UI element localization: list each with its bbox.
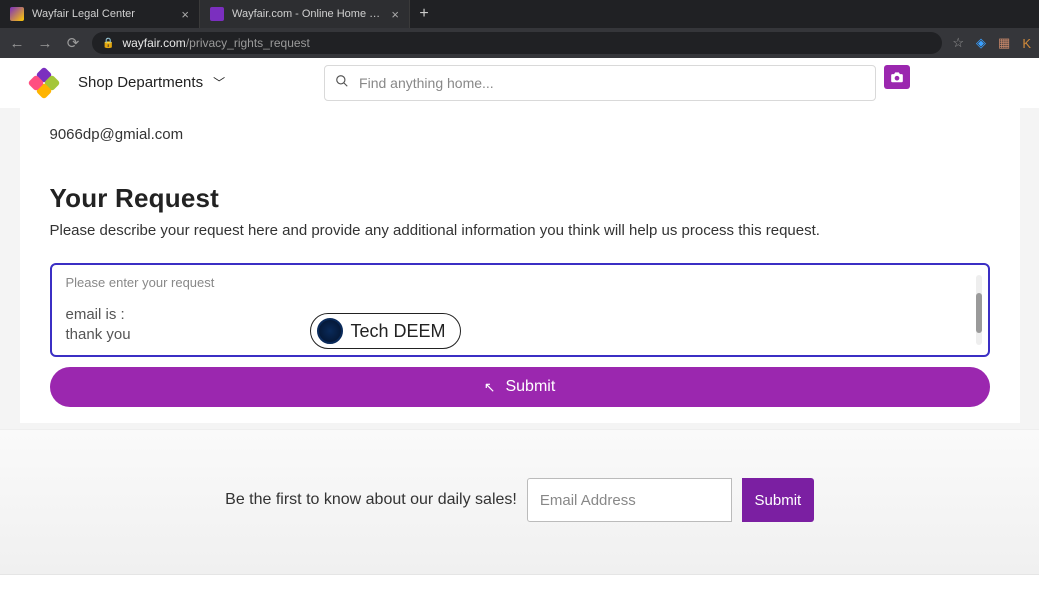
browser-tab[interactable]: Wayfair.com - Online Home Store × (200, 0, 410, 28)
watermark-overlay: Tech DEEM (310, 313, 461, 349)
newsletter-submit-button[interactable]: Submit (742, 478, 814, 522)
search-icon (335, 74, 349, 91)
favicon-icon (210, 7, 224, 21)
url-input[interactable]: 🔒 wayfair.com/privacy_rights_request (92, 32, 942, 54)
request-form-card: 9066dp@gmial.com Your Request Please des… (20, 108, 1020, 423)
section-description: Please describe your request here and pr… (50, 222, 990, 239)
search-input[interactable]: Find anything home... (324, 65, 876, 101)
site-header: Shop Departments ﹀ Find anything home... (0, 58, 1039, 108)
browser-tab-strip: Wayfair Legal Center × Wayfair.com - Onl… (0, 0, 1039, 28)
url-path: /privacy_rights_request (186, 36, 310, 50)
newsletter-placeholder: Email Address (540, 492, 636, 509)
textarea-placeholder: Please enter your request (66, 275, 974, 290)
extension-icon[interactable]: ▦ (998, 35, 1010, 51)
page-footer-spacer (0, 574, 1039, 614)
scrollbar-thumb[interactable] (976, 293, 982, 333)
shop-departments-menu[interactable]: Shop Departments ﹀ (78, 74, 225, 91)
favicon-icon (10, 7, 24, 21)
new-tab-button[interactable]: + (410, 0, 438, 28)
extension-icon[interactable]: ◈ (976, 35, 986, 51)
submit-label: Submit (505, 378, 555, 396)
cursor-icon: ↖ (484, 379, 496, 396)
browser-address-bar: ← → ⟳ 🔒 wayfair.com/privacy_rights_reque… (0, 28, 1039, 58)
tab-title: Wayfair.com - Online Home Store (232, 8, 383, 20)
forward-icon[interactable]: → (36, 35, 54, 52)
submit-button[interactable]: ↖ Submit (50, 367, 990, 407)
browser-tab[interactable]: Wayfair Legal Center × (0, 0, 200, 28)
watermark-label: Tech DEEM (351, 321, 446, 342)
search-placeholder: Find anything home... (359, 75, 494, 91)
close-icon[interactable]: × (181, 7, 189, 22)
camera-icon (890, 71, 904, 83)
submitted-email-value: 9066dp@gmial.com (50, 108, 990, 143)
newsletter-email-input[interactable]: Email Address (527, 478, 732, 522)
url-domain: wayfair.com (122, 36, 185, 50)
newsletter-footer: Be the first to know about our daily sal… (0, 429, 1039, 574)
avatar-icon (317, 318, 343, 344)
profile-badge[interactable]: K (1022, 36, 1031, 51)
shop-departments-label: Shop Departments (78, 74, 203, 91)
request-textarea[interactable]: Please enter your request email is : tha… (50, 263, 990, 357)
wayfair-logo-icon[interactable] (30, 69, 58, 97)
tab-title: Wayfair Legal Center (32, 8, 173, 20)
back-icon[interactable]: ← (8, 35, 26, 52)
newsletter-cta-text: Be the first to know about our daily sal… (225, 491, 517, 509)
section-title: Your Request (50, 183, 990, 214)
reload-icon[interactable]: ⟳ (64, 34, 82, 52)
chevron-down-icon: ﹀ (213, 74, 225, 91)
lock-icon: 🔒 (102, 38, 114, 49)
textarea-value: email is : thank you (66, 305, 131, 346)
close-icon[interactable]: × (391, 7, 399, 22)
star-icon[interactable]: ☆ (952, 35, 964, 51)
camera-search-button[interactable] (884, 65, 910, 89)
